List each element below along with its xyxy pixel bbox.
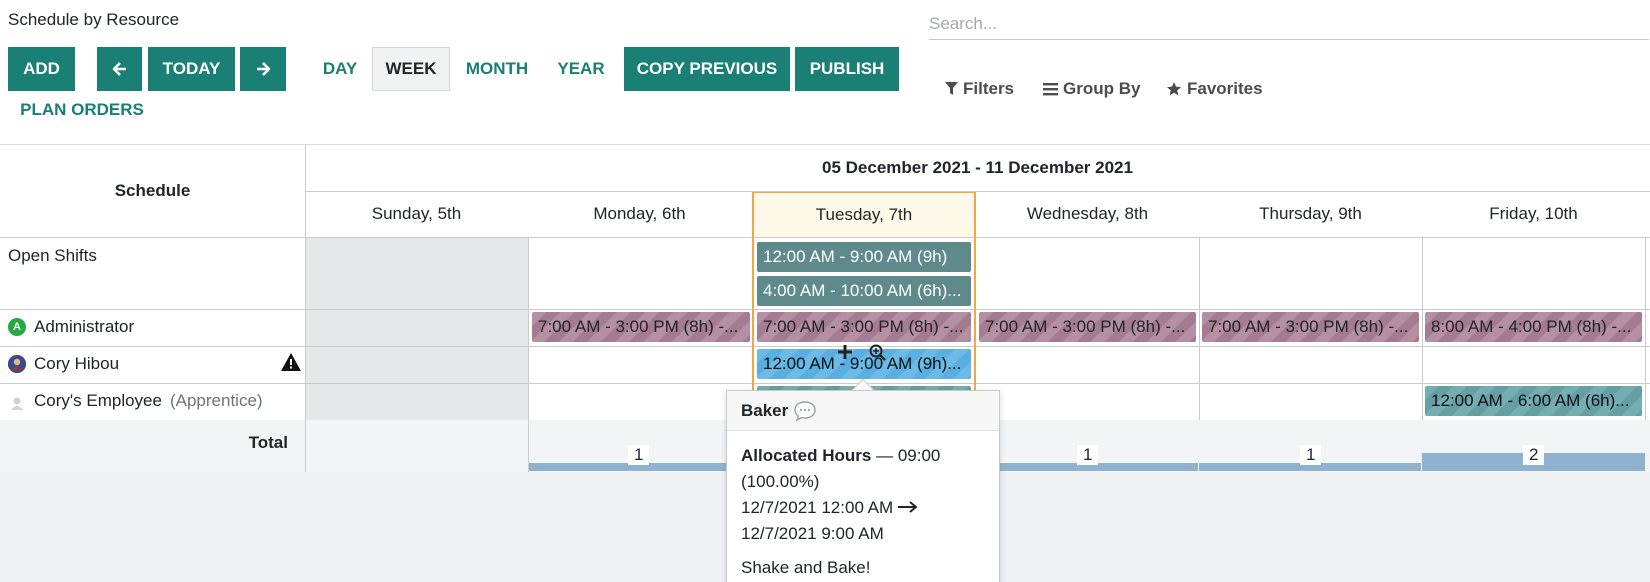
day-header-friday: Friday, 10th — [1489, 204, 1578, 223]
year-view-button[interactable]: YEAR — [550, 47, 612, 91]
popover-header: Baker — [727, 391, 999, 431]
day-header-thursday: Thursday, 9th — [1259, 204, 1362, 223]
arrow-left-icon — [112, 62, 126, 76]
shift-pill-open-2[interactable]: 4:00 AM - 10:00 AM (6h)... — [757, 276, 971, 306]
employee-name: Cory Hibou — [34, 354, 120, 373]
add-button[interactable]: ADD — [8, 47, 75, 91]
filters-label: Filters — [963, 79, 1015, 98]
shift-popover: Baker Allocated Hours — 09:00 (100.00%) … — [726, 390, 1000, 582]
employee-name: Administrator — [34, 317, 135, 336]
divider — [0, 346, 1650, 347]
row-label-administrator: A Administrator — [8, 315, 134, 339]
group-by-label: Group By — [1063, 79, 1141, 98]
allocated-hours-value: — 09:00 — [876, 446, 941, 465]
shift-pill-admin-thursday[interactable]: 7:00 AM - 3:00 PM (8h) -... — [1202, 312, 1419, 342]
group-by-button[interactable]: Group By — [1043, 78, 1140, 100]
row-label-corys-employee: Cory's Employee (Apprentice) — [8, 389, 263, 413]
divider — [305, 420, 306, 472]
copy-previous-button[interactable]: COPY PREVIOUS — [624, 47, 790, 91]
divider — [1422, 237, 1423, 420]
zoom-icon[interactable] — [869, 344, 886, 361]
favorites-button[interactable]: Favorites — [1166, 78, 1263, 100]
allocated-hours-label: Allocated Hours — [741, 446, 872, 465]
publish-button[interactable]: PUBLISH — [795, 47, 899, 91]
shift-pill-admin-friday[interactable]: 8:00 AM - 4:00 PM (8h) -... — [1425, 312, 1642, 342]
shift-note: Shake and Bake! — [741, 558, 871, 577]
search-input[interactable] — [929, 8, 1649, 40]
shift-end: 12/7/2021 9:00 AM — [741, 524, 884, 543]
total-count-thursday: 1 — [1300, 445, 1322, 465]
day-header-monday: Monday, 6th — [593, 204, 686, 223]
divider — [0, 309, 1650, 310]
star-icon — [1167, 82, 1181, 96]
date-range-header: 05 December 2021 - 11 December 2021 — [822, 158, 1133, 177]
total-count-friday: 2 — [1523, 445, 1545, 465]
arrow-right-icon — [257, 62, 271, 76]
divider — [1645, 237, 1646, 420]
today-button[interactable]: TODAY — [148, 47, 235, 91]
popover-title: Baker — [741, 400, 789, 420]
divider — [1199, 237, 1200, 420]
start-datetime: 12/7/2021 12:00 AM — [741, 498, 894, 517]
divider — [528, 237, 529, 420]
row-label-open-shifts: Open Shifts — [8, 246, 97, 265]
popover-body: Allocated Hours — 09:00 (100.00%) 12/7/2… — [727, 431, 999, 582]
month-view-button[interactable]: MONTH — [458, 47, 536, 91]
avatar — [8, 355, 26, 373]
shift-pill-admin-monday[interactable]: 7:00 AM - 3:00 PM (8h) -... — [532, 312, 750, 342]
divider — [0, 383, 1650, 384]
day-header-tuesday: Tuesday, 7th — [752, 191, 976, 237]
total-count-monday: 1 — [628, 445, 650, 465]
total-count-wednesday: 1 — [1077, 445, 1099, 465]
shift-pill-cory-tuesday[interactable]: 12:00 AM - 9:00 AM (9h)... — [757, 349, 971, 379]
control-panel: Schedule by Resource ADD TODAY DAY WEEK … — [0, 0, 1650, 145]
plan-orders-button[interactable]: PLAN ORDERS — [16, 90, 148, 130]
page-title: Schedule by Resource — [8, 10, 180, 29]
weekend-column-shade — [305, 237, 528, 420]
add-icon[interactable] — [838, 345, 852, 359]
total-label: Total — [248, 433, 288, 452]
favorites-label: Favorites — [1187, 79, 1263, 98]
chat-bubble-icon — [794, 400, 816, 421]
shift-pill-admin-wednesday[interactable]: 7:00 AM - 3:00 PM (8h) -... — [979, 312, 1196, 342]
shift-pill-employee-friday[interactable]: 12:00 AM - 6:00 AM (6h)... — [1425, 386, 1642, 416]
next-button[interactable] — [240, 47, 286, 91]
row-label-cory-hibou: Cory Hibou — [8, 352, 119, 376]
divider — [0, 237, 1650, 238]
previous-button[interactable] — [97, 47, 142, 91]
avatar — [8, 392, 26, 410]
employee-name: Cory's Employee — [34, 391, 162, 410]
shift-start: 12/7/2021 12:00 AM — [741, 495, 985, 521]
filter-icon — [945, 82, 958, 95]
filters-button[interactable]: Filters — [945, 78, 1014, 100]
long-arrow-right-icon — [897, 501, 918, 513]
shift-pill-open-1[interactable]: 12:00 AM - 9:00 AM (9h) — [757, 242, 971, 272]
warning-icon[interactable] — [281, 353, 301, 371]
day-header-sunday: Sunday, 5th — [371, 204, 462, 223]
employee-role: (Apprentice) — [169, 391, 263, 410]
schedule-header: Schedule — [114, 181, 191, 200]
allocated-percentage: (100.00%) — [741, 472, 820, 491]
day-header-wednesday: Wednesday, 8th — [1026, 204, 1149, 223]
divider — [305, 191, 1650, 192]
week-view-button[interactable]: WEEK — [372, 47, 450, 91]
avatar: A — [8, 318, 26, 336]
planning-app: Schedule by Resource ADD TODAY DAY WEEK … — [0, 0, 1650, 582]
list-icon — [1043, 82, 1058, 95]
shift-pill-admin-tuesday[interactable]: 7:00 AM - 3:00 PM (8h) -... — [757, 312, 971, 342]
day-view-button[interactable]: DAY — [316, 47, 364, 91]
allocated-hours: Allocated Hours — 09:00 — [741, 443, 985, 469]
